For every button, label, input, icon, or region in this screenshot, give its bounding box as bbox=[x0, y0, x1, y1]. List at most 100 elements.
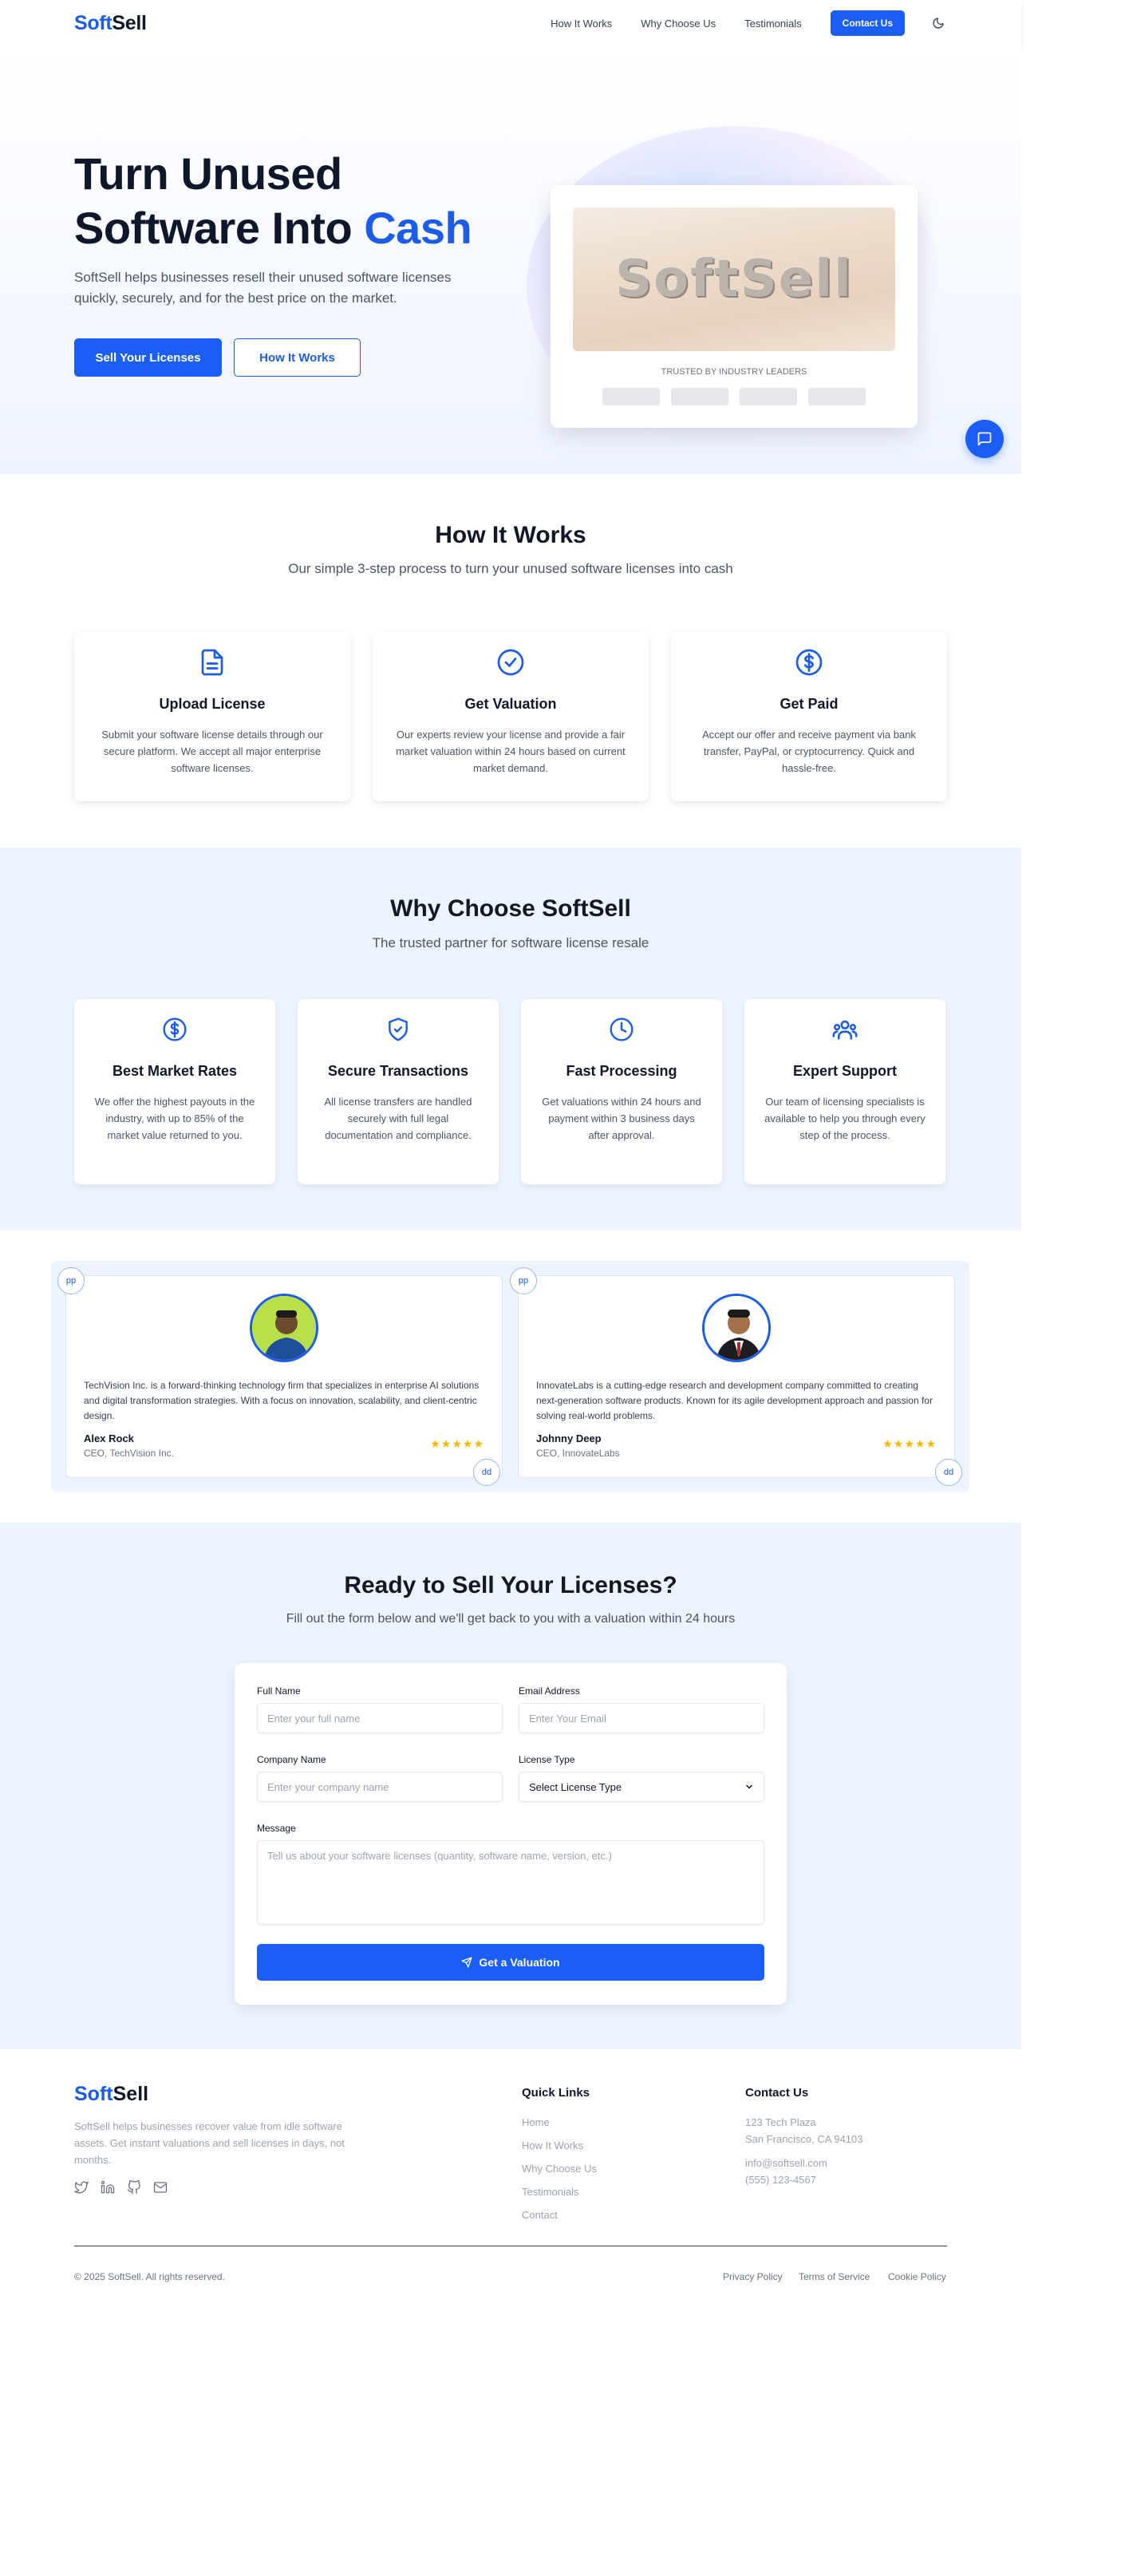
partner-logo-placeholder bbox=[602, 388, 660, 405]
file-icon bbox=[196, 646, 228, 678]
how-it-works-button[interactable]: How It Works bbox=[234, 338, 361, 377]
step-title: Get Valuation bbox=[464, 696, 557, 712]
feature-card-secure: Secure Transactions All license transfer… bbox=[298, 999, 499, 1184]
feature-text: We offer the highest payouts in the indu… bbox=[94, 1096, 255, 1141]
why-choose-subtitle: The trusted partner for software license… bbox=[372, 935, 649, 950]
clock-icon bbox=[606, 1013, 637, 1045]
dollar-circle-icon bbox=[793, 646, 825, 678]
step-title: Get Paid bbox=[780, 696, 839, 712]
email-label: Email Address bbox=[519, 1685, 580, 1697]
social-links bbox=[74, 2180, 180, 2195]
moon-icon[interactable] bbox=[932, 17, 945, 30]
check-circle-icon bbox=[495, 646, 527, 678]
footer-logo[interactable]: SoftSell bbox=[74, 2083, 148, 2106]
contact-us-button[interactable]: Contact Us bbox=[830, 10, 905, 36]
testimonial-text: InnovateLabs is a cutting-edge research … bbox=[536, 1380, 933, 1421]
nav-link-why-choose-us[interactable]: Why Choose Us bbox=[641, 18, 716, 30]
feature-text: Our team of licensing specialists is ava… bbox=[764, 1096, 926, 1141]
chat-button[interactable] bbox=[965, 420, 1004, 458]
shield-check-icon bbox=[382, 1013, 414, 1045]
feature-title: Expert Support bbox=[792, 1063, 897, 1079]
contact-phone-link[interactable]: (555) 123-4567 bbox=[745, 2174, 816, 2186]
chat-icon bbox=[977, 432, 992, 446]
contact-subtitle: Fill out the form below and we'll get ba… bbox=[286, 1612, 736, 1626]
feature-card-best-rates: Best Market Rates We offer the highest p… bbox=[74, 999, 275, 1184]
github-icon[interactable] bbox=[127, 2180, 141, 2195]
step-text: Our experts review your license and prov… bbox=[396, 729, 626, 774]
step-card-get-valuation: Get Valuation Our experts review your li… bbox=[373, 632, 649, 801]
get-valuation-button[interactable]: Get a Valuation bbox=[257, 1944, 764, 1981]
twitter-icon[interactable] bbox=[74, 2180, 89, 2195]
partner-logos bbox=[602, 388, 877, 405]
feature-card-fast: Fast Processing Get valuations within 24… bbox=[521, 999, 722, 1184]
brand-logo[interactable]: SoftSell bbox=[74, 12, 147, 35]
license-type-selected: Select License Type bbox=[529, 1780, 622, 1793]
message-label: Message bbox=[257, 1823, 296, 1834]
nav-link-testimonials[interactable]: Testimonials bbox=[744, 18, 802, 30]
why-choose-title: Why Choose SoftSell bbox=[390, 895, 631, 922]
mail-icon[interactable] bbox=[153, 2180, 168, 2195]
linkedin-icon[interactable] bbox=[101, 2180, 115, 2195]
send-icon bbox=[461, 1957, 472, 1968]
testimonial-text: TechVision Inc. is a forward-thinking te… bbox=[84, 1380, 480, 1421]
contact-title: Ready to Sell Your Licenses? bbox=[344, 1572, 677, 1598]
hero-title-highlight: Cash bbox=[364, 203, 472, 253]
privacy-policy-link[interactable]: Privacy Policy bbox=[723, 2271, 783, 2282]
hero-title: Turn Unused Software Into Cash bbox=[74, 147, 472, 255]
star-rating: ★★★★★ bbox=[430, 1437, 484, 1450]
message-textarea[interactable]: Tell us about your software licenses (qu… bbox=[257, 1840, 764, 1925]
carousel-next-button[interactable]: dd bbox=[935, 1459, 962, 1486]
terms-of-service-link[interactable]: Terms of Service bbox=[799, 2271, 870, 2282]
footer-link-contact[interactable]: Contact bbox=[522, 2209, 558, 2221]
footer-link-why-choose-us[interactable]: Why Choose Us bbox=[522, 2163, 597, 2175]
testimonial-name: Johnny Deep bbox=[536, 1432, 602, 1444]
carousel-prev-button[interactable]: pp bbox=[510, 1267, 537, 1294]
trusted-label: TRUSTED BY INDUSTRY LEADERS bbox=[661, 367, 807, 377]
full-name-input[interactable]: Enter your full name bbox=[257, 1703, 503, 1733]
testimonial-card: InnovateLabs is a cutting-edge research … bbox=[518, 1275, 955, 1478]
feature-title: Fast Processing bbox=[566, 1063, 677, 1079]
step-text: Accept our offer and receive payment via… bbox=[702, 729, 916, 774]
footer-logo-soft: Soft bbox=[74, 2083, 113, 2105]
nav-link-how-it-works[interactable]: How It Works bbox=[551, 18, 612, 30]
footer-link-home[interactable]: Home bbox=[522, 2116, 550, 2128]
feature-card-support: Expert Support Our team of licensing spe… bbox=[744, 999, 945, 1184]
hero-subtitle: SoftSell helps businesses resell their u… bbox=[74, 270, 452, 306]
license-type-label: License Type bbox=[519, 1754, 575, 1765]
testimonial-role: CEO, TechVision Inc. bbox=[84, 1448, 174, 1459]
sell-your-licenses-button[interactable]: Sell Your Licenses bbox=[74, 338, 222, 377]
footer-link-testimonials[interactable]: Testimonials bbox=[522, 2186, 579, 2198]
partner-logo-placeholder bbox=[740, 388, 797, 405]
why-choose-section: Why Choose SoftSell The trusted partner … bbox=[0, 847, 1021, 1231]
address-line2: San Francisco, CA 94103 bbox=[745, 2133, 863, 2145]
hero-section: Turn Unused Software Into Cash SoftSell … bbox=[0, 46, 1021, 474]
company-input[interactable]: Enter your company name bbox=[257, 1772, 503, 1802]
hero-image: SoftSell bbox=[573, 207, 895, 351]
nav-links: How It Works Why Choose Us Testimonials … bbox=[551, 10, 945, 36]
cookie-policy-link[interactable]: Cookie Policy bbox=[888, 2271, 946, 2282]
step-title: Upload License bbox=[159, 696, 266, 712]
carousel-next-button[interactable]: dd bbox=[473, 1459, 500, 1486]
hero-title-line2: Software Into bbox=[74, 203, 365, 253]
carousel-prev-button[interactable]: pp bbox=[57, 1267, 85, 1294]
feature-text: All license transfers are handled secure… bbox=[324, 1096, 472, 1141]
company-label: Company Name bbox=[257, 1754, 326, 1765]
footer-description: SoftSell helps businesses recover value … bbox=[74, 2120, 345, 2166]
feature-text: Get valuations within 24 hours and payme… bbox=[542, 1096, 701, 1141]
brand-logo-soft: Soft bbox=[74, 12, 112, 34]
testimonial-card: TechVision Inc. is a forward-thinking te… bbox=[65, 1275, 503, 1478]
avatar bbox=[250, 1294, 318, 1362]
testimonial-role: CEO, InnovateLabs bbox=[536, 1448, 620, 1459]
feature-title: Best Market Rates bbox=[112, 1063, 238, 1079]
license-type-select[interactable]: Select License Type bbox=[519, 1772, 764, 1802]
contact-section: Ready to Sell Your Licenses? Fill out th… bbox=[0, 1523, 1021, 2049]
copyright-text: © 2025 SoftSell. All rights reserved. bbox=[74, 2271, 225, 2282]
brand-logo-sell: Sell bbox=[112, 12, 147, 34]
contact-email-link[interactable]: info@softsell.com bbox=[745, 2157, 827, 2169]
step-card-upload-license: Upload License Submit your software lice… bbox=[74, 632, 350, 801]
partner-logo-placeholder bbox=[671, 388, 728, 405]
quick-links-title: Quick Links bbox=[522, 2086, 590, 2100]
footer-link-how-it-works[interactable]: How It Works bbox=[522, 2139, 583, 2151]
email-input[interactable]: Enter Your Email bbox=[519, 1703, 764, 1733]
dollar-circle-icon bbox=[159, 1013, 191, 1045]
